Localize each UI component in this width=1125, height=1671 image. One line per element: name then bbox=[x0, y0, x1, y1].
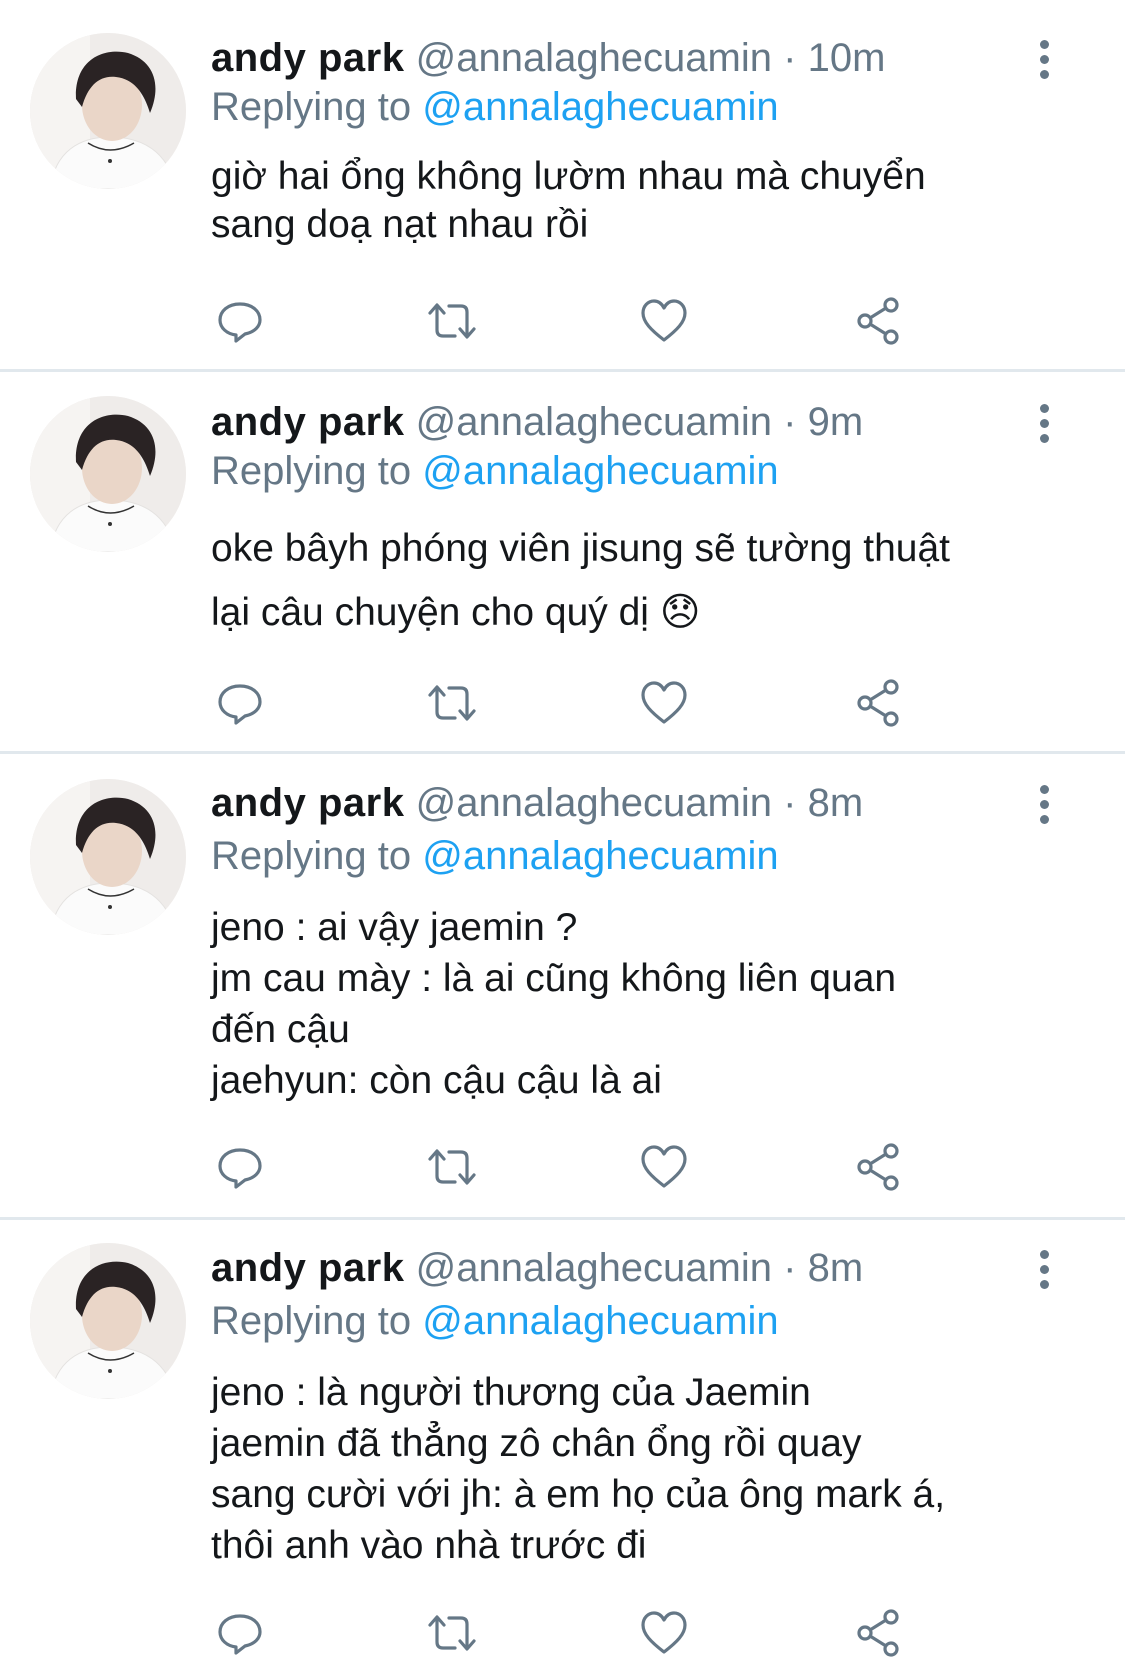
heart-icon[interactable] bbox=[639, 1142, 693, 1192]
retweet-icon[interactable] bbox=[425, 1608, 479, 1658]
more-vertical-icon[interactable] bbox=[1032, 1250, 1056, 1290]
share-icon[interactable] bbox=[853, 1142, 907, 1192]
user-handle[interactable]: @annalaghecuamin bbox=[416, 781, 772, 825]
display-name[interactable]: andy park bbox=[211, 781, 404, 825]
replying-to: Replying to @annalaghecuamin bbox=[211, 832, 779, 880]
mention-link[interactable]: @annalaghecuamin bbox=[422, 85, 778, 129]
separator: · bbox=[783, 1246, 797, 1290]
divider bbox=[0, 751, 1125, 754]
tweet-text-line: giờ hai ổng không lườm nhau mà chuyển bbox=[211, 155, 926, 198]
mention-link[interactable]: @annalaghecuamin bbox=[422, 1299, 778, 1343]
more-vertical-icon[interactable] bbox=[1032, 40, 1056, 80]
retweet-icon[interactable] bbox=[425, 1142, 479, 1192]
replying-prefix: Replying to bbox=[211, 85, 412, 129]
share-icon[interactable] bbox=[853, 296, 907, 346]
reply-thread: andy park @annalaghecuamin · 10m Replyin… bbox=[0, 0, 1125, 1671]
heart-icon[interactable] bbox=[639, 296, 693, 346]
replying-to: Replying to @annalaghecuamin bbox=[211, 447, 779, 495]
share-icon[interactable] bbox=[853, 678, 907, 728]
timestamp[interactable]: 8m bbox=[808, 781, 864, 825]
avatar[interactable] bbox=[30, 33, 186, 189]
tweet-text-line: lại câu chuyện cho quý dị 😞 bbox=[211, 591, 701, 634]
retweet-icon[interactable] bbox=[425, 678, 479, 728]
tweet-text: oke bâyh phóng viên jisung sẽ tường thuậ… bbox=[211, 517, 1071, 645]
replying-to: Replying to @annalaghecuamin bbox=[211, 1297, 779, 1345]
separator: · bbox=[783, 781, 797, 825]
tweet-text-line: jeno : ai vậy jaemin ? bbox=[211, 906, 578, 949]
tweet-actions bbox=[211, 678, 911, 728]
tweet-text-line: đến cậu bbox=[211, 1008, 350, 1051]
tweet-actions bbox=[211, 296, 911, 346]
divider bbox=[0, 1217, 1125, 1220]
display-name[interactable]: andy park bbox=[211, 400, 404, 444]
mention-link[interactable]: @annalaghecuamin bbox=[422, 449, 778, 493]
avatar[interactable] bbox=[30, 396, 186, 552]
replying-prefix: Replying to bbox=[211, 1299, 412, 1343]
separator: · bbox=[783, 36, 797, 80]
replying-to: Replying to @annalaghecuamin bbox=[211, 83, 779, 131]
reply-icon[interactable] bbox=[215, 296, 269, 346]
tweet-text: giờ hai ổng không lườm nhau mà chuyển sa… bbox=[211, 153, 1071, 249]
display-name[interactable]: andy park bbox=[211, 36, 404, 80]
share-icon[interactable] bbox=[853, 1608, 907, 1658]
tweet-text-line: sang doạ nạt nhau rồi bbox=[211, 203, 589, 246]
timestamp[interactable]: 9m bbox=[808, 400, 864, 444]
tweet-text-line: jeno : là người thương của Jaemin bbox=[211, 1371, 811, 1414]
tweet-text: jeno : ai vậy jaemin ? jm cau mày : là a… bbox=[211, 902, 1071, 1106]
mention-link[interactable]: @annalaghecuamin bbox=[422, 834, 778, 878]
reply-icon[interactable] bbox=[215, 1142, 269, 1192]
avatar[interactable] bbox=[30, 779, 186, 935]
separator: · bbox=[783, 400, 797, 444]
divider bbox=[0, 369, 1125, 372]
tweet-text: jeno : là người thương của Jaemin jaemin… bbox=[211, 1367, 1071, 1571]
heart-icon[interactable] bbox=[639, 678, 693, 728]
tweet-text-line: oke bâyh phóng viên jisung sẽ tường thuậ… bbox=[211, 527, 951, 570]
replying-prefix: Replying to bbox=[211, 449, 412, 493]
tweet-text-line: jaemin đã thẳng zô chân ổng rồi quay bbox=[211, 1422, 862, 1465]
tweet-text-line: sang cười với jh: à em họ của ông mark á… bbox=[211, 1473, 946, 1516]
tweet-actions bbox=[211, 1142, 911, 1192]
user-handle[interactable]: @annalaghecuamin bbox=[416, 1246, 772, 1290]
more-vertical-icon[interactable] bbox=[1032, 785, 1056, 825]
tweet-text-line: jm cau mày : là ai cũng không liên quan bbox=[211, 957, 897, 1000]
tweet-text-line: jaehyun: còn cậu cậu là ai bbox=[211, 1059, 662, 1102]
replying-prefix: Replying to bbox=[211, 834, 412, 878]
user-handle[interactable]: @annalaghecuamin bbox=[416, 400, 772, 444]
retweet-icon[interactable] bbox=[425, 296, 479, 346]
timestamp[interactable]: 8m bbox=[808, 1246, 864, 1290]
user-handle[interactable]: @annalaghecuamin bbox=[416, 36, 772, 80]
reply-icon[interactable] bbox=[215, 678, 269, 728]
tweet-header: andy park @annalaghecuamin · 9m bbox=[211, 398, 863, 446]
tweet-header: andy park @annalaghecuamin · 10m bbox=[211, 34, 885, 82]
heart-icon[interactable] bbox=[639, 1608, 693, 1658]
tweet-text-line: thôi anh vào nhà trước đi bbox=[211, 1524, 647, 1567]
tweet-actions bbox=[211, 1608, 911, 1658]
reply-icon[interactable] bbox=[215, 1608, 269, 1658]
timestamp[interactable]: 10m bbox=[808, 36, 886, 80]
more-vertical-icon[interactable] bbox=[1032, 404, 1056, 444]
display-name[interactable]: andy park bbox=[211, 1246, 404, 1290]
tweet-header: andy park @annalaghecuamin · 8m bbox=[211, 1244, 863, 1292]
avatar[interactable] bbox=[30, 1243, 186, 1399]
tweet-header: andy park @annalaghecuamin · 8m bbox=[211, 779, 863, 827]
